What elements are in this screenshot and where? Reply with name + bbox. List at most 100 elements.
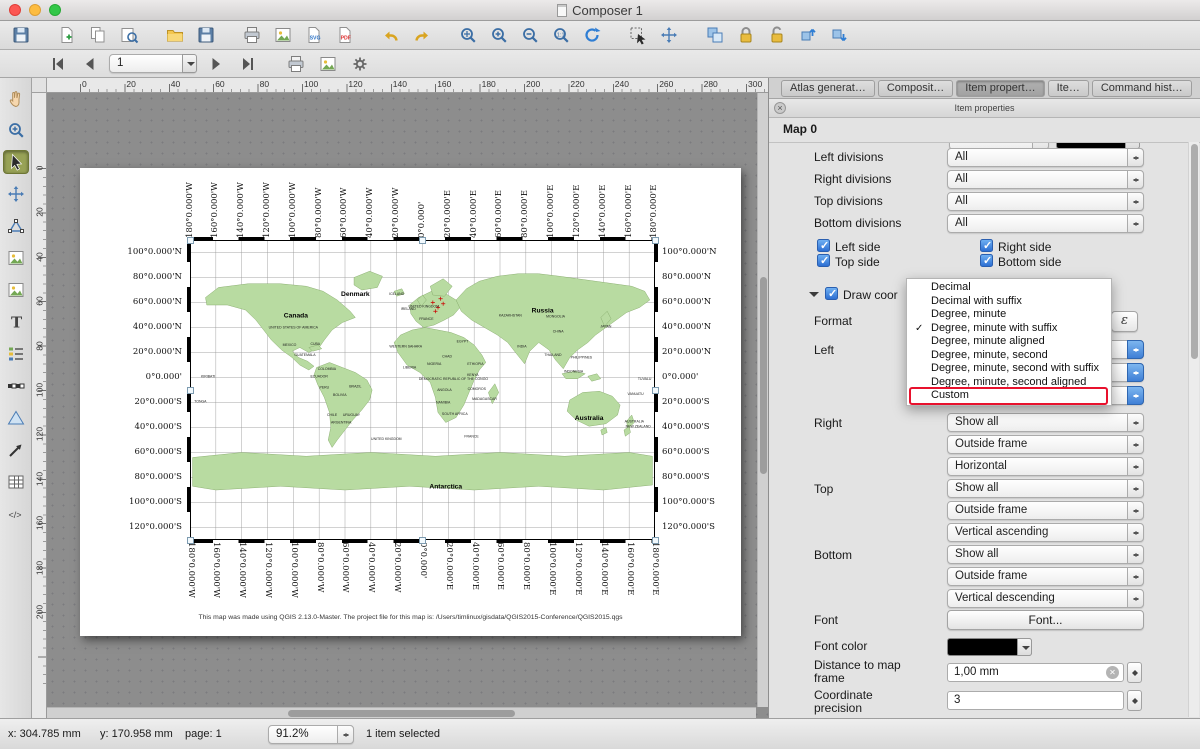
atlas-settings-icon[interactable]: [347, 52, 373, 76]
selection-handle[interactable]: [419, 537, 426, 544]
right-position-select[interactable]: Outside frame: [947, 435, 1144, 454]
zoom-level-combo[interactable]: 91.2%: [268, 725, 354, 744]
tab-command-hist-[interactable]: Command hist…: [1092, 80, 1192, 97]
font-button[interactable]: Font...: [947, 610, 1144, 630]
raise-items-icon[interactable]: [795, 23, 821, 47]
top-divisions-select[interactable]: All: [947, 192, 1144, 211]
add-arrow-tool-icon[interactable]: [3, 438, 29, 462]
refresh-view-icon[interactable]: [579, 23, 605, 47]
canvas-vertical-scrollbar[interactable]: [757, 93, 768, 707]
bottom-side-checkbox[interactable]: [980, 254, 993, 267]
selection-handle[interactable]: [187, 387, 194, 394]
add-map-tool-icon[interactable]: [3, 246, 29, 270]
atlas-first-feature-icon[interactable]: [45, 52, 71, 76]
add-table-tool-icon[interactable]: [3, 470, 29, 494]
format-menu-item[interactable]: Custom: [907, 389, 1111, 403]
zoom-full-icon[interactable]: [455, 23, 481, 47]
format-menu-item[interactable]: Degree, minute: [907, 308, 1111, 322]
atlas-last-feature-icon[interactable]: [235, 52, 261, 76]
clear-field-icon[interactable]: [1106, 666, 1119, 679]
format-menu-item[interactable]: Decimal: [907, 281, 1111, 295]
panel-close-button[interactable]: [774, 102, 786, 114]
minimize-window-button[interactable]: [29, 4, 41, 16]
group-items-icon[interactable]: [702, 23, 728, 47]
map-item[interactable]: ICELANDIRELANDUNITED KINGDOMFRANCEWESTER…: [190, 240, 655, 540]
top-position-select[interactable]: Outside frame: [947, 501, 1144, 520]
add-shape-tool-icon[interactable]: [3, 406, 29, 430]
tab-ite-[interactable]: Ite…: [1048, 80, 1089, 97]
duplicate-composition-icon[interactable]: [85, 23, 111, 47]
unlock-items-icon[interactable]: [764, 23, 790, 47]
left-side-checkbox[interactable]: [817, 239, 830, 252]
redo-icon[interactable]: [409, 23, 435, 47]
composition-manager-icon[interactable]: [116, 23, 142, 47]
distance-field[interactable]: 1,00 mm: [947, 663, 1124, 682]
composition-canvas[interactable]: ICELANDIRELANDUNITED KINGDOMFRANCEWESTER…: [47, 93, 768, 718]
select-move-item-tool-icon[interactable]: [3, 150, 29, 174]
tab-item-propert-[interactable]: Item propert…: [956, 80, 1044, 97]
open-template-icon[interactable]: [162, 23, 188, 47]
export-svg-icon[interactable]: SVG: [301, 23, 327, 47]
atlas-previous-feature-icon[interactable]: [77, 52, 103, 76]
add-html-tool-icon[interactable]: </>: [3, 502, 29, 526]
zoom-actual-icon[interactable]: 1:1: [548, 23, 574, 47]
selection-handle[interactable]: [187, 537, 194, 544]
canvas-horizontal-scrollbar[interactable]: [47, 707, 756, 718]
font-color-swatch[interactable]: [947, 638, 1032, 656]
edit-nodes-tool-icon[interactable]: [3, 214, 29, 238]
move-item-content-tool-icon[interactable]: [3, 182, 29, 206]
format-menu-item[interactable]: Decimal with suffix: [907, 295, 1111, 309]
add-label-tool-icon[interactable]: T: [3, 310, 29, 334]
new-composition-icon[interactable]: [54, 23, 80, 47]
add-image-tool-icon[interactable]: [3, 278, 29, 302]
zoom-tool-icon[interactable]: [3, 118, 29, 142]
precision-stepper[interactable]: [1127, 690, 1142, 711]
export-atlas-icon[interactable]: [315, 52, 341, 76]
selection-handle[interactable]: [652, 537, 659, 544]
print-icon[interactable]: [239, 23, 265, 47]
distance-stepper[interactable]: [1127, 662, 1142, 683]
panel-scrollbar[interactable]: [1188, 142, 1199, 717]
format-menu-item[interactable]: Degree, minute, second: [907, 349, 1111, 363]
format-menu-item[interactable]: Degree, minute with suffix: [907, 322, 1111, 336]
top-side-checkbox[interactable]: [817, 254, 830, 267]
data-defined-expression-button[interactable]: ε: [1111, 311, 1138, 332]
selection-handle[interactable]: [652, 387, 659, 394]
right-direction-select[interactable]: Horizontal: [947, 457, 1144, 476]
move-item-content-icon[interactable]: [656, 23, 682, 47]
selection-handle[interactable]: [187, 237, 194, 244]
right-side-checkbox[interactable]: [980, 239, 993, 252]
atlas-feature-combo[interactable]: 1: [109, 54, 197, 73]
collapse-arrow-icon[interactable]: [809, 292, 819, 302]
lower-items-icon[interactable]: [826, 23, 852, 47]
atlas-next-feature-icon[interactable]: [203, 52, 229, 76]
format-menu-item[interactable]: Degree, minute, second with suffix: [907, 362, 1111, 376]
tab-atlas-generat-[interactable]: Atlas generat…: [781, 80, 875, 97]
precision-field[interactable]: 3: [947, 691, 1124, 710]
bottom-direction-select[interactable]: Vertical descending: [947, 589, 1144, 608]
undo-icon[interactable]: [378, 23, 404, 47]
selection-handle[interactable]: [419, 237, 426, 244]
export-image-icon[interactable]: [270, 23, 296, 47]
save-project-icon[interactable]: [8, 23, 34, 47]
pan-tool-icon[interactable]: [3, 86, 29, 110]
close-window-button[interactable]: [9, 4, 21, 16]
preview-atlas-icon[interactable]: [283, 52, 309, 76]
add-legend-tool-icon[interactable]: [3, 342, 29, 366]
selection-handle[interactable]: [652, 237, 659, 244]
bottom-divisions-select[interactable]: All: [947, 214, 1144, 233]
bottom-position-select[interactable]: Outside frame: [947, 567, 1144, 586]
export-pdf-icon[interactable]: PDF: [332, 23, 358, 47]
save-as-template-icon[interactable]: [193, 23, 219, 47]
top-direction-select[interactable]: Vertical ascending: [947, 523, 1144, 542]
top-show-select[interactable]: Show all: [947, 479, 1144, 498]
right-show-select[interactable]: Show all: [947, 413, 1144, 432]
lock-items-icon[interactable]: [733, 23, 759, 47]
draw-coordinates-checkbox[interactable]: [825, 287, 838, 300]
zoom-window-button[interactable]: [49, 4, 61, 16]
add-scalebar-tool-icon[interactable]: [3, 374, 29, 398]
format-menu-item[interactable]: Degree, minute aligned: [907, 335, 1111, 349]
left-divisions-select[interactable]: All: [947, 148, 1144, 167]
zoom-in-icon[interactable]: [486, 23, 512, 47]
right-divisions-select[interactable]: All: [947, 170, 1144, 189]
